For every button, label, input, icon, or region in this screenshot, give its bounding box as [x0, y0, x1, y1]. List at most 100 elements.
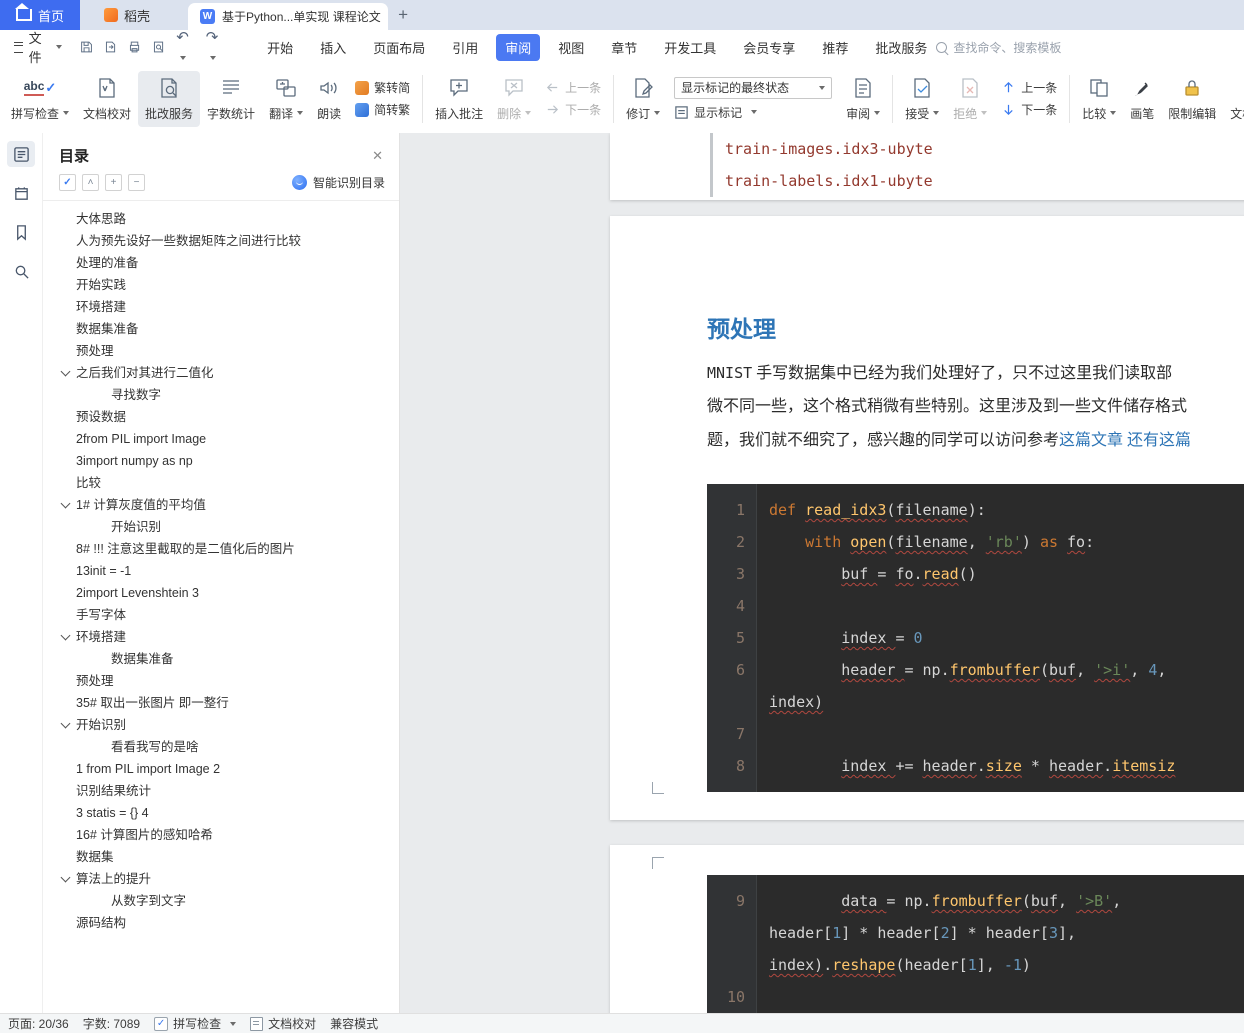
- simp-to-trad-button[interactable]: 简转繁: [355, 101, 410, 118]
- toc-item[interactable]: 35# 取出一张图片 即一整行: [43, 692, 399, 714]
- show-markup-button[interactable]: 显示标记: [674, 104, 832, 121]
- docer-tab[interactable]: 稻壳: [80, 0, 174, 30]
- toc-item[interactable]: 源码结构: [43, 912, 399, 934]
- toc-item[interactable]: 开始实践: [43, 274, 399, 296]
- menu-tab-章节[interactable]: 章节: [602, 34, 646, 61]
- markup-state-select[interactable]: 显示标记的最终状态: [674, 76, 833, 99]
- read-aloud-button[interactable]: 朗读: [310, 71, 348, 127]
- chevron-down-icon[interactable]: [60, 718, 71, 729]
- toc-item[interactable]: 预处理: [43, 670, 399, 692]
- accept-button[interactable]: 接受: [898, 71, 946, 127]
- notes-panel-button[interactable]: [7, 180, 35, 206]
- bookmark-panel-button[interactable]: [7, 219, 35, 245]
- translate-button[interactable]: 翻译: [262, 71, 310, 127]
- menu-tab-插入[interactable]: 插入: [311, 34, 355, 61]
- menu-tab-页面布局[interactable]: 页面布局: [364, 34, 434, 61]
- menu-tab-推荐[interactable]: 推荐: [813, 34, 857, 61]
- toc-collapse-all-tool[interactable]: −: [128, 174, 145, 191]
- toc-item[interactable]: 2import Levenshtein 3: [43, 582, 399, 604]
- new-tab-button[interactable]: +: [388, 0, 418, 30]
- toc-item[interactable]: 之后我们对其进行二值化: [43, 362, 399, 384]
- toc-item[interactable]: 预处理: [43, 340, 399, 362]
- toc-item[interactable]: 大体思路: [43, 208, 399, 230]
- compare-button[interactable]: 比较: [1075, 71, 1123, 127]
- toc-item[interactable]: 环境搭建: [43, 296, 399, 318]
- toc-item[interactable]: 识别结果统计: [43, 780, 399, 802]
- print-icon[interactable]: [128, 39, 141, 55]
- hyperlink[interactable]: 还有这篇: [1127, 432, 1191, 449]
- save-icon[interactable]: [80, 39, 93, 55]
- restrict-edit-button[interactable]: 限制编辑: [1161, 71, 1223, 127]
- spellcheck-toggle[interactable]: ✓ 拼写检查: [154, 1015, 237, 1032]
- chevron-down-icon[interactable]: [60, 630, 71, 641]
- home-button[interactable]: 首页: [0, 0, 81, 30]
- toc-collapse-tool[interactable]: ˄: [82, 174, 99, 191]
- menu-tab-会员专享[interactable]: 会员专享: [734, 34, 804, 61]
- toc-expand-all-tool[interactable]: +: [105, 174, 122, 191]
- next-change-button[interactable]: 下一条: [1001, 101, 1057, 118]
- track-changes-button[interactable]: 修订: [619, 71, 667, 127]
- word-count-button[interactable]: 字数统计: [200, 71, 262, 127]
- redo-button[interactable]: ↷: [206, 29, 224, 65]
- toc-item[interactable]: 算法上的提升: [43, 868, 399, 890]
- body-paragraph: MNIST 手写数据集中已经为我们处理好了，只不过这里我们读取部 微不同一些，这个…: [707, 356, 1244, 458]
- toc-item[interactable]: 16# 计算图片的感知哈希: [43, 824, 399, 846]
- toc-item[interactable]: 处理的准备: [43, 252, 399, 274]
- toc-check-tool[interactable]: ✓: [59, 174, 76, 191]
- toc-item[interactable]: 开始识别: [43, 714, 399, 736]
- smart-recognize-button[interactable]: 智能识别目录: [291, 174, 385, 191]
- spellcheck-label: 拼写检查: [173, 1017, 222, 1031]
- close-icon[interactable]: ✕: [372, 148, 383, 164]
- export-icon[interactable]: [104, 39, 117, 55]
- toc-item[interactable]: 1 from PIL import Image 2: [43, 758, 399, 780]
- undo-button[interactable]: ↶: [176, 29, 194, 65]
- find-panel-button[interactable]: [7, 258, 35, 284]
- toc-item[interactable]: 8# !!! 注意这里截取的是二值化后的图片: [43, 538, 399, 560]
- review-button[interactable]: 审阅: [839, 71, 887, 127]
- menu-tab-开始[interactable]: 开始: [258, 34, 302, 61]
- chevron-down-icon[interactable]: [60, 872, 71, 883]
- chevron-down-icon[interactable]: [60, 366, 71, 377]
- file-menu[interactable]: 文件: [0, 28, 74, 66]
- command-search[interactable]: 查找命令、搜索模板: [936, 39, 1061, 56]
- toc-item[interactable]: 看看我写的是啥: [43, 736, 399, 758]
- document-tab[interactable]: W 基于Python...单实现 课程论文: [188, 3, 389, 30]
- file-menu-label: 文件: [28, 31, 42, 65]
- toc-item[interactable]: 3import numpy as np: [43, 450, 399, 472]
- toc-item[interactable]: 开始识别: [43, 516, 399, 538]
- outline-panel-button[interactable]: [7, 141, 35, 167]
- proofread-button[interactable]: 文档校对: [250, 1015, 316, 1032]
- chevron-down-icon[interactable]: [60, 498, 71, 509]
- toc-item[interactable]: 1# 计算灰度值的平均值: [43, 494, 399, 516]
- menu-tab-引用[interactable]: 引用: [443, 34, 487, 61]
- toc-item[interactable]: 从数字到文字: [43, 890, 399, 912]
- menu-tab-开发工具[interactable]: 开发工具: [655, 34, 725, 61]
- menu-tab-视图[interactable]: 视图: [549, 34, 593, 61]
- brush-button[interactable]: 画笔: [1123, 71, 1161, 127]
- word-count-indicator[interactable]: 字数: 7089: [83, 1015, 140, 1032]
- toc-item[interactable]: 寻找数字: [43, 384, 399, 406]
- reject-label: 拒绝: [953, 106, 978, 121]
- spell-check-button[interactable]: abc ✓ 拼写检查: [4, 71, 76, 127]
- toc-item[interactable]: 数据集准备: [43, 648, 399, 670]
- toc-item[interactable]: 比较: [43, 472, 399, 494]
- insert-comment-button[interactable]: 插入批注: [428, 71, 490, 127]
- prev-change-button[interactable]: 上一条: [1001, 79, 1057, 96]
- toc-item[interactable]: 手写字体: [43, 604, 399, 626]
- menu-tab-审阅[interactable]: 审阅: [496, 33, 541, 61]
- doc-proof-button[interactable]: 文档校对: [76, 71, 138, 127]
- toc-item[interactable]: 2from PIL import Image: [43, 428, 399, 450]
- doc-permission-button[interactable]: 文档权限: [1223, 71, 1244, 127]
- toc-item[interactable]: 13init = -1: [43, 560, 399, 582]
- trad-to-simp-button[interactable]: 繁转简: [355, 79, 410, 96]
- toc-item[interactable]: 预设数据: [43, 406, 399, 428]
- toc-item[interactable]: 数据集准备: [43, 318, 399, 340]
- toc-item[interactable]: 3 statis = {} 4: [43, 802, 399, 824]
- print-preview-icon[interactable]: [152, 39, 165, 55]
- toc-item[interactable]: 环境搭建: [43, 626, 399, 648]
- correction-service-button[interactable]: 批改服务: [138, 70, 201, 127]
- menu-tab-批改服务[interactable]: 批改服务: [866, 34, 936, 61]
- toc-item[interactable]: 人为预先设好一些数据矩阵之间进行比较: [43, 230, 399, 252]
- toc-item[interactable]: 数据集: [43, 846, 399, 868]
- hyperlink[interactable]: 这篇文章: [1059, 432, 1123, 449]
